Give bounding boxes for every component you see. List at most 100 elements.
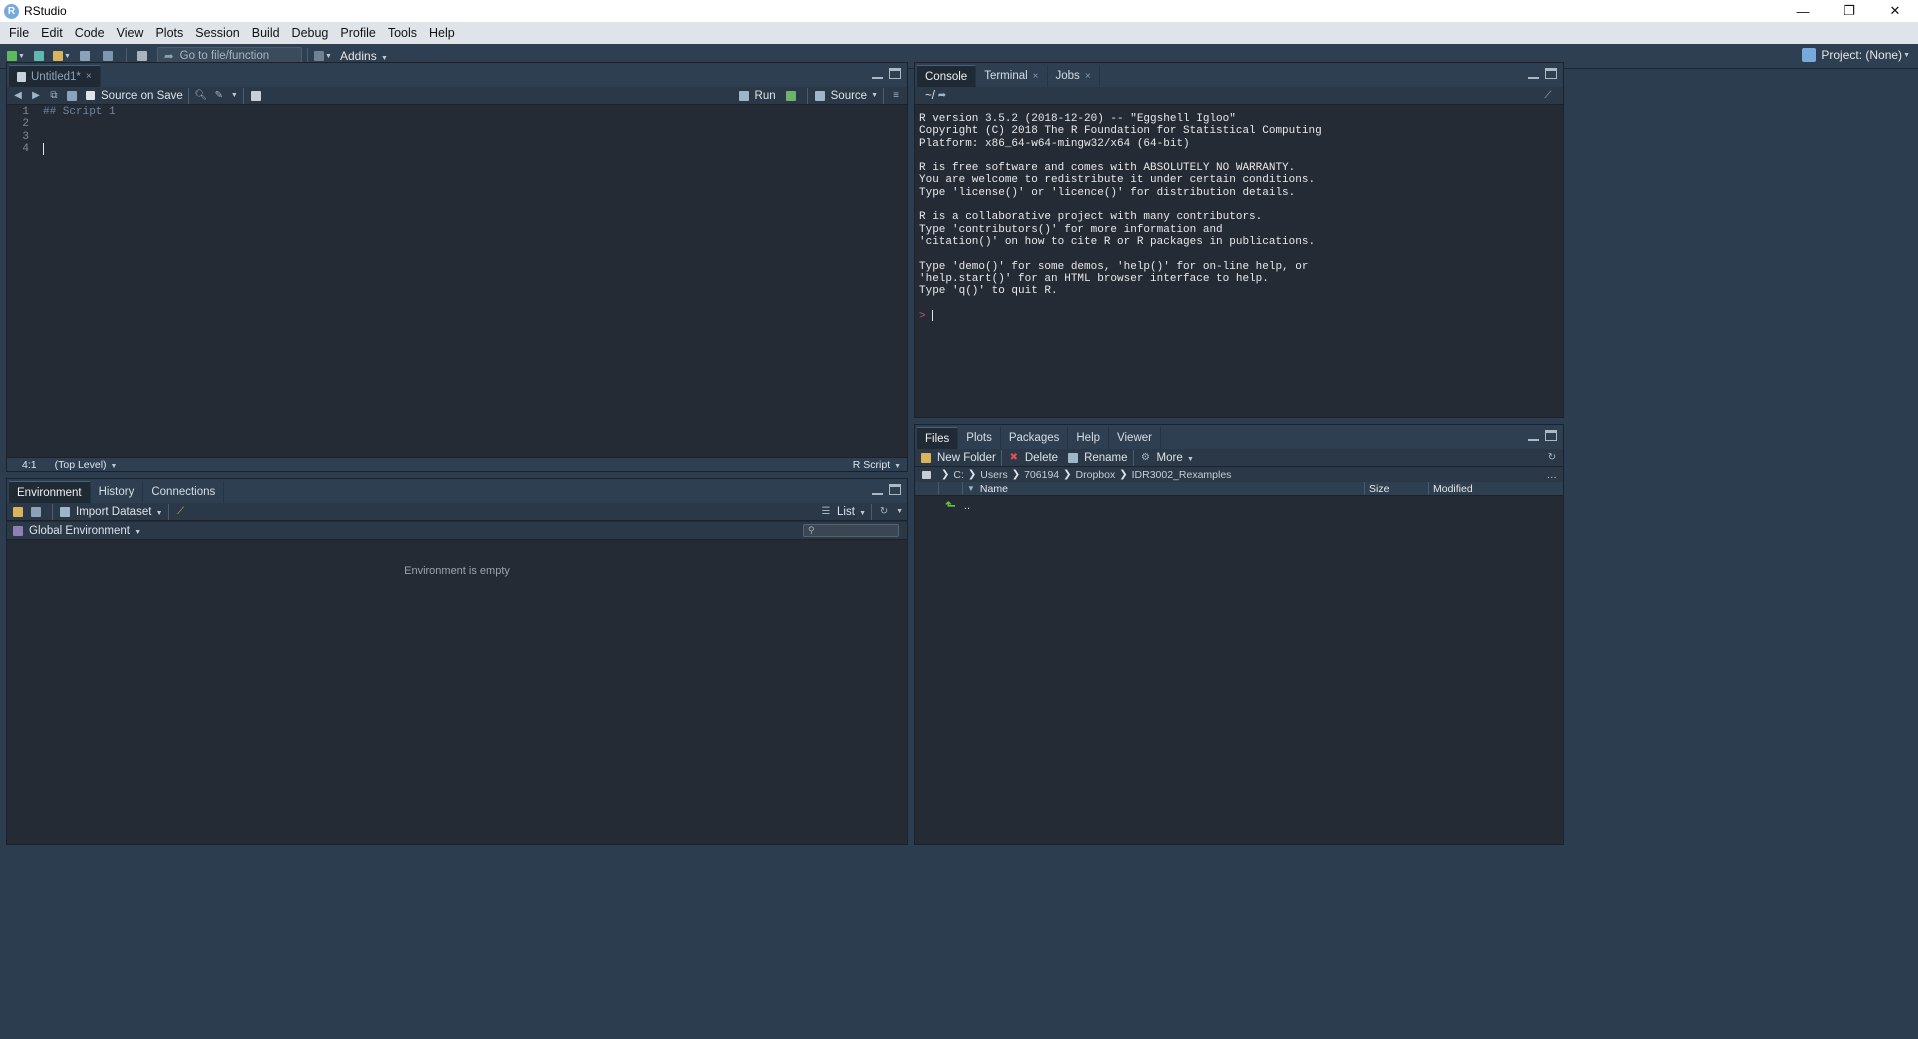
breadcrumb-item[interactable]: C:	[953, 469, 964, 481]
save-icon[interactable]	[65, 90, 79, 102]
menu-session[interactable]: Session	[189, 22, 245, 44]
rerun-icon[interactable]	[784, 90, 798, 102]
file-name[interactable]: ..	[964, 500, 970, 512]
maximize-button[interactable]: ❐	[1826, 0, 1872, 22]
breadcrumb-item[interactable]: IDR3002_Rexamples	[1132, 469, 1232, 481]
files-pane: Files Plots Packages Help Viewer New Fol…	[914, 424, 1564, 845]
save-workspace-icon[interactable]	[29, 506, 43, 518]
menu-plots[interactable]: Plots	[149, 22, 189, 44]
close-tab-icon[interactable]: ×	[1085, 71, 1091, 82]
load-workspace-icon[interactable]	[11, 506, 25, 518]
go-to-arrow-icon: ➦	[164, 51, 174, 63]
more-menu[interactable]: More ▼	[1157, 452, 1194, 464]
scope-selector[interactable]: (Top Level) ▼	[55, 459, 118, 471]
go-to-directory-icon[interactable]: ➦	[935, 90, 949, 102]
minimize-button[interactable]: —	[1780, 0, 1826, 22]
back-arrow-icon[interactable]: ◀	[11, 90, 25, 102]
tab-connections[interactable]: Connections	[143, 481, 225, 503]
menu-tools[interactable]: Tools	[382, 22, 423, 44]
tab-plots[interactable]: Plots	[958, 427, 1001, 449]
modified-column-header[interactable]: Modified	[1429, 482, 1563, 495]
toolbar-divider	[871, 503, 873, 520]
rename-button[interactable]: Rename	[1084, 452, 1127, 464]
maximize-pane-icon[interactable]	[889, 68, 901, 79]
environment-search-input[interactable]: ⚲	[803, 524, 899, 537]
close-tab-icon[interactable]: ×	[1033, 71, 1039, 82]
broom-icon[interactable]: ⟋	[174, 506, 188, 518]
new-folder-button[interactable]: New Folder	[937, 452, 996, 464]
addins-menu[interactable]: Addins ▼	[340, 49, 388, 63]
tab-untitled1[interactable]: Untitled1* ×	[9, 65, 101, 87]
run-button[interactable]: Run	[755, 90, 776, 102]
code-line: 3	[7, 131, 907, 143]
source-on-save-checkbox[interactable]	[83, 90, 97, 102]
minimize-pane-icon[interactable]	[872, 484, 883, 495]
breadcrumb-item[interactable]: Dropbox	[1076, 469, 1116, 481]
select-all-column[interactable]	[915, 482, 939, 495]
tab-console[interactable]: Console	[917, 65, 977, 87]
environment-icon	[11, 525, 25, 537]
filetype-selector[interactable]: R Script ▼	[853, 459, 901, 471]
breadcrumb-item[interactable]: 706194	[1024, 469, 1059, 481]
minimize-pane-icon[interactable]	[1528, 430, 1539, 441]
menu-edit[interactable]: Edit	[35, 22, 69, 44]
tab-files[interactable]: Files	[917, 427, 959, 449]
run-icon[interactable]	[737, 90, 751, 102]
more-path-icon[interactable]: …	[1547, 469, 1558, 481]
view-mode-select[interactable]: List ▼	[837, 506, 866, 518]
source-button[interactable]: Source	[831, 90, 867, 102]
project-menu[interactable]: Project: (None) ▼	[1802, 48, 1910, 62]
menu-code[interactable]: Code	[69, 22, 111, 44]
document-outline-icon[interactable]: ≡	[889, 90, 903, 102]
breadcrumb-item[interactable]: Users	[980, 469, 1007, 481]
source-icon[interactable]	[813, 90, 827, 102]
tab-label: Jobs	[1055, 70, 1080, 82]
compile-report-icon[interactable]	[249, 90, 263, 102]
parent-directory-icon: ⬑	[945, 498, 956, 513]
breadcrumb: ❯ C: ❯ Users ❯ 706194 ❯ Dropbox ❯ IDR300…	[915, 467, 1563, 482]
tab-jobs[interactable]: Jobs ×	[1047, 65, 1100, 87]
code-line: 4	[7, 142, 907, 155]
maximize-pane-icon[interactable]	[1545, 430, 1557, 441]
refresh-icon[interactable]: ↻	[877, 506, 891, 518]
menu-debug[interactable]: Debug	[286, 22, 335, 44]
toolbar-divider	[883, 87, 884, 104]
clear-console-icon[interactable]: ⟋	[1541, 90, 1555, 102]
size-column-header[interactable]: Size	[1365, 482, 1429, 495]
close-tab-icon[interactable]: ×	[86, 71, 92, 82]
import-dataset-icon[interactable]	[58, 506, 72, 518]
home-icon[interactable]	[919, 469, 933, 481]
menu-build[interactable]: Build	[246, 22, 286, 44]
minimize-pane-icon[interactable]	[1528, 68, 1539, 79]
tab-packages[interactable]: Packages	[1000, 427, 1069, 449]
menu-file[interactable]: File	[3, 22, 35, 44]
maximize-pane-icon[interactable]	[889, 484, 901, 495]
code-tools-icon[interactable]: ✎	[212, 90, 226, 102]
menu-profile[interactable]: Profile	[334, 22, 381, 44]
tab-environment[interactable]: Environment	[9, 481, 91, 503]
menu-view[interactable]: View	[111, 22, 150, 44]
minimize-pane-icon[interactable]	[872, 68, 883, 79]
show-in-window-icon[interactable]: ⧉	[47, 90, 61, 102]
tab-help[interactable]: Help	[1068, 427, 1110, 449]
menu-bar: File Edit Code View Plots Session Build …	[0, 22, 1918, 44]
name-column-header[interactable]: ▼ Name	[963, 482, 1365, 495]
table-row[interactable]: ⬑ ..	[915, 497, 1563, 515]
forward-arrow-icon[interactable]: ▶	[29, 90, 43, 102]
find-replace-icon[interactable]: 🔍︎	[194, 90, 208, 102]
maximize-pane-icon[interactable]	[1545, 68, 1557, 79]
code-editor[interactable]: 1 ## Script 1 2 3 4	[7, 105, 907, 455]
close-button[interactable]: ✕	[1872, 0, 1918, 22]
tab-terminal[interactable]: Terminal ×	[976, 65, 1048, 87]
refresh-icon[interactable]: ↻	[1545, 452, 1559, 464]
line-number: 2	[22, 118, 29, 131]
console-output[interactable]: R version 3.5.2 (2018-12-20) -- "Eggshel…	[919, 113, 1559, 413]
tab-history[interactable]: History	[90, 481, 144, 503]
window-title: RStudio	[24, 4, 67, 18]
environment-scope-select[interactable]: Global Environment ▼	[29, 525, 141, 537]
menu-help[interactable]: Help	[423, 22, 461, 44]
tab-viewer[interactable]: Viewer	[1109, 427, 1161, 449]
search-icon: ⚲	[808, 525, 815, 535]
import-dataset-button[interactable]: Import Dataset ▼	[76, 506, 163, 518]
delete-button[interactable]: Delete	[1025, 452, 1058, 464]
